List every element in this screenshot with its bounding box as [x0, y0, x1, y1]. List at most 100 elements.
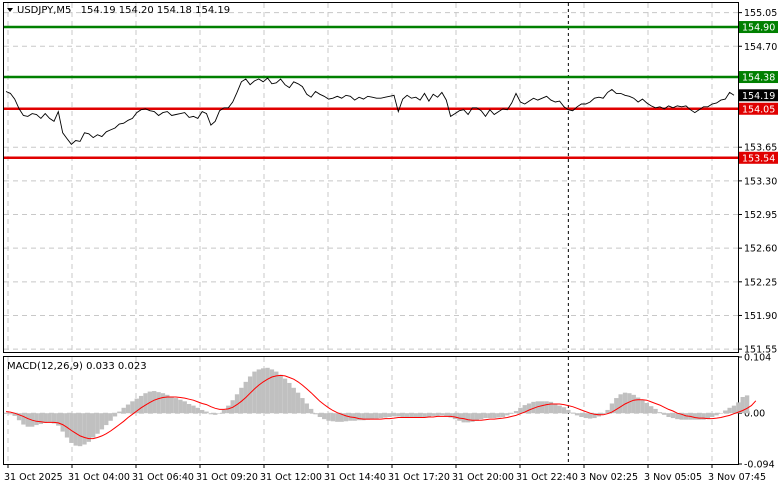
x-tick-label: 3 Nov 02:25	[580, 472, 638, 483]
macd-bar	[117, 411, 122, 414]
macd-bar	[666, 413, 671, 417]
macd-bar	[487, 413, 493, 419]
current-price-label: 154.19	[742, 91, 775, 102]
resistance-level-label: 154.38	[742, 73, 775, 84]
price-axis: 155.05154.70154.05153.65153.30152.95152.…	[738, 8, 777, 356]
y-tick-label: 153.30	[744, 176, 777, 187]
macd-bar	[439, 413, 445, 416]
macd-bar	[300, 398, 305, 414]
macd-bar	[330, 413, 336, 422]
macd-bar	[731, 405, 737, 414]
macd-bar	[496, 413, 501, 418]
macd-bar	[221, 409, 227, 414]
macd-bar	[73, 413, 78, 446]
macd-bar	[269, 369, 275, 414]
macd-bar	[274, 371, 279, 414]
support-level-label: 153.54	[742, 153, 775, 164]
macd-bar	[723, 410, 728, 414]
macd-bar	[614, 398, 619, 414]
macd-bar	[64, 413, 70, 438]
macd-bar	[435, 413, 440, 416]
macd-bar	[696, 413, 702, 420]
current-price-tag: 154.19	[739, 89, 778, 102]
macd-bar	[718, 413, 724, 414]
macd-bar	[152, 391, 157, 414]
y-tick-label: 155.05	[744, 8, 777, 19]
macd-bar	[644, 402, 649, 414]
macd-bar	[252, 371, 257, 414]
macd-bar	[326, 413, 331, 421]
y-tick-label: 151.90	[744, 311, 777, 322]
macd-bar	[217, 413, 222, 414]
trading-chart[interactable]: 155.05154.70154.05153.65153.30152.95152.…	[0, 0, 781, 489]
y-tick-label: 152.60	[744, 244, 777, 255]
macd-bar	[714, 413, 719, 416]
macd-bar	[343, 413, 349, 422]
macd-bar	[465, 413, 471, 423]
macd-bar	[566, 409, 571, 414]
macd-bar	[21, 413, 26, 425]
macd-bar	[25, 413, 30, 427]
macd-bar	[130, 401, 135, 414]
macd-bar	[82, 413, 87, 445]
macd-bar	[287, 382, 292, 414]
macd-bar	[335, 413, 340, 422]
macd-bar	[278, 374, 283, 414]
macd-bar	[426, 413, 432, 417]
macd-bar	[182, 401, 187, 414]
macd-bar	[492, 413, 497, 419]
x-tick-label: 3 Nov 07:45	[708, 472, 766, 483]
macd-bar	[60, 413, 65, 432]
macd-bar	[160, 393, 166, 414]
macd-bar	[513, 411, 519, 414]
macd-bar	[291, 387, 296, 414]
macd-bar	[526, 403, 532, 414]
x-tick-label: 31 Oct 17:20	[388, 472, 450, 483]
macd-bar	[47, 413, 52, 423]
macd-bar	[178, 399, 183, 414]
macd-title: MACD(12,26,9) 0.033 0.023	[7, 361, 147, 372]
macd-bar	[557, 405, 562, 414]
time-axis: 31 Oct 2025 31 Oct 04:00 31 Oct 06:40 31 Oc…	[4, 464, 766, 483]
macd-bar	[282, 378, 288, 414]
macd-bar	[518, 407, 523, 414]
macd-bar	[710, 413, 715, 417]
macd-bar	[404, 413, 410, 418]
macd-bar	[457, 413, 462, 421]
x-tick-label: 31 Oct 20:00	[452, 472, 514, 483]
y-tick-label: 154.70	[744, 42, 777, 53]
macd-bar	[579, 413, 584, 417]
macd-bar	[509, 413, 514, 414]
macd-bar	[121, 407, 126, 414]
macd-bar	[670, 413, 676, 419]
macd-bar	[474, 413, 479, 421]
macd-bar	[483, 413, 488, 419]
y-tick-label: 152.95	[744, 210, 777, 221]
macd-bar	[727, 407, 732, 414]
macd-bar	[191, 405, 196, 414]
macd-bar	[86, 413, 92, 442]
macd-bar	[308, 408, 314, 414]
macd-bar	[186, 404, 192, 414]
macd-bar	[383, 413, 388, 418]
macd-bar	[304, 403, 309, 414]
macd-bar	[461, 413, 466, 423]
macd-bar	[112, 413, 118, 417]
macd-bar	[640, 399, 645, 414]
macd-bar	[553, 403, 558, 414]
macd-bar	[662, 413, 667, 415]
macd-bar	[705, 413, 711, 419]
macd-bar	[95, 413, 100, 434]
support-level-label: 154.05	[742, 104, 775, 115]
macd-bar	[478, 413, 484, 420]
x-tick-label: 31 Oct 12:00	[260, 472, 322, 483]
macd-bar	[561, 407, 567, 414]
macd-bar	[69, 413, 74, 443]
macd-bar	[692, 413, 697, 420]
macd-bar	[657, 412, 663, 414]
macd-bar	[199, 409, 205, 414]
y-tick-label: 152.25	[744, 277, 777, 288]
price-panel	[3, 2, 739, 353]
macd-bar	[77, 413, 83, 447]
ohlc-values: 154.19 154.20 154.18 154.19	[81, 5, 231, 16]
